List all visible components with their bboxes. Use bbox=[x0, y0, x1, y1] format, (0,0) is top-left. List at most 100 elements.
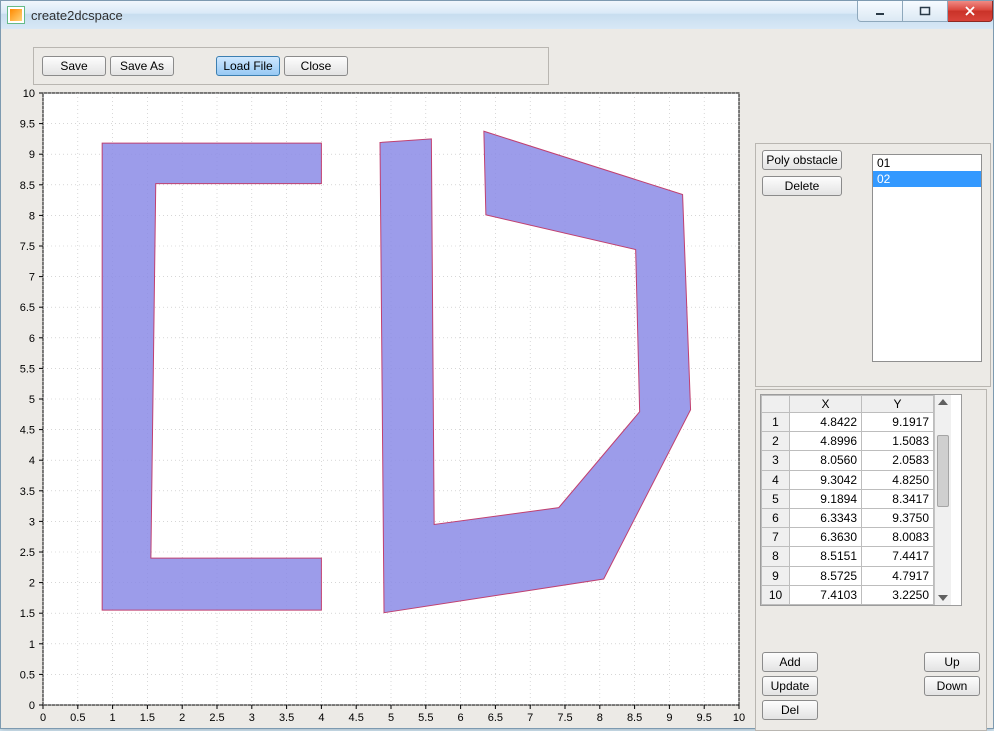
cell-x[interactable]: 7.4103 bbox=[790, 585, 862, 604]
x-tick-label: 1.5 bbox=[140, 712, 155, 724]
cell-y[interactable]: 4.7917 bbox=[862, 566, 934, 585]
table-row[interactable]: 59.18948.3417 bbox=[762, 489, 934, 508]
cell-x[interactable]: 4.8996 bbox=[790, 432, 862, 451]
y-tick-label: 9.5 bbox=[20, 119, 35, 131]
y-tick-label: 10 bbox=[23, 89, 35, 100]
x-tick-label: 7.5 bbox=[557, 712, 572, 724]
y-tick-label: 6 bbox=[29, 333, 35, 345]
app-icon bbox=[7, 6, 25, 24]
close-button[interactable]: Close bbox=[284, 56, 348, 76]
coordinates-table[interactable]: X Y 14.84229.191724.89961.508338.05602.0… bbox=[760, 394, 962, 606]
y-tick-label: 4.5 bbox=[20, 425, 35, 437]
save-as-button[interactable]: Save As bbox=[110, 56, 174, 76]
window-title: create2dcspace bbox=[31, 8, 123, 23]
row-header: 4 bbox=[762, 470, 790, 489]
table-row[interactable]: 66.33439.3750 bbox=[762, 508, 934, 527]
table-row[interactable]: 24.89961.5083 bbox=[762, 432, 934, 451]
table-row[interactable]: 38.05602.0583 bbox=[762, 451, 934, 470]
close-window-button[interactable] bbox=[948, 1, 993, 22]
table-row[interactable]: 98.57254.7917 bbox=[762, 566, 934, 585]
cell-x[interactable]: 6.3343 bbox=[790, 508, 862, 527]
x-tick-label: 6.5 bbox=[488, 712, 503, 724]
cell-x[interactable]: 9.3042 bbox=[790, 470, 862, 489]
cell-x[interactable]: 6.3630 bbox=[790, 528, 862, 547]
x-tick-label: 4.5 bbox=[349, 712, 364, 724]
row-header-blank bbox=[762, 396, 790, 413]
cell-y[interactable]: 8.0083 bbox=[862, 528, 934, 547]
table-row[interactable]: 76.36308.0083 bbox=[762, 528, 934, 547]
table-row[interactable]: 88.51517.4417 bbox=[762, 547, 934, 566]
table-row[interactable]: 49.30424.8250 bbox=[762, 470, 934, 489]
y-tick-label: 7 bbox=[29, 272, 35, 284]
y-tick-label: 8.5 bbox=[20, 180, 35, 192]
y-tick-label: 9 bbox=[29, 149, 35, 161]
row-header: 5 bbox=[762, 489, 790, 508]
cell-y[interactable]: 2.0583 bbox=[862, 451, 934, 470]
x-tick-label: 4 bbox=[318, 712, 324, 724]
load-file-button[interactable]: Load File bbox=[216, 56, 280, 76]
row-header: 3 bbox=[762, 451, 790, 470]
x-tick-label: 9 bbox=[666, 712, 672, 724]
obstacle-list-item[interactable]: 02 bbox=[873, 171, 981, 187]
x-tick-label: 0.5 bbox=[70, 712, 85, 724]
cell-y[interactable]: 1.5083 bbox=[862, 432, 934, 451]
move-up-button[interactable]: Up bbox=[924, 652, 980, 672]
update-row-button[interactable]: Update bbox=[762, 676, 818, 696]
y-tick-label: 2.5 bbox=[20, 547, 35, 559]
cell-y[interactable]: 9.1917 bbox=[862, 413, 934, 432]
x-tick-label: 7 bbox=[527, 712, 533, 724]
cell-x[interactable]: 8.0560 bbox=[790, 451, 862, 470]
x-tick-label: 8.5 bbox=[627, 712, 642, 724]
x-tick-label: 6 bbox=[458, 712, 464, 724]
table-row[interactable]: 107.41033.2250 bbox=[762, 585, 934, 604]
cell-x[interactable]: 4.8422 bbox=[790, 413, 862, 432]
cell-x[interactable]: 9.1894 bbox=[790, 489, 862, 508]
window-body: Save Save As Load File Close 0 0.5 1 1.5 2 2.… bbox=[1, 29, 993, 728]
row-header: 9 bbox=[762, 566, 790, 585]
delete-obstacle-button[interactable]: Delete bbox=[762, 176, 842, 196]
y-tick-label: 1.5 bbox=[20, 608, 35, 620]
column-header-x[interactable]: X bbox=[790, 396, 862, 413]
column-header-y[interactable]: Y bbox=[862, 396, 934, 413]
obstacle-list-item[interactable]: 01 bbox=[873, 155, 981, 171]
y-tick-label: 4 bbox=[29, 455, 35, 467]
y-tick-label: 2 bbox=[29, 578, 35, 590]
x-tick-label: 5 bbox=[388, 712, 394, 724]
y-tick-label: 6.5 bbox=[20, 302, 35, 314]
x-tick-label: 0 bbox=[40, 712, 46, 724]
row-header: 1 bbox=[762, 413, 790, 432]
x-tick-label: 2 bbox=[179, 712, 185, 724]
table-scrollbar[interactable] bbox=[934, 395, 951, 605]
x-tick-label: 2.5 bbox=[209, 712, 224, 724]
cell-y[interactable]: 9.3750 bbox=[862, 508, 934, 527]
row-header: 7 bbox=[762, 528, 790, 547]
y-tick-label: 3.5 bbox=[20, 486, 35, 498]
x-tick-label: 9.5 bbox=[697, 712, 712, 724]
titlebar: create2dcspace bbox=[1, 1, 993, 30]
move-down-button[interactable]: Down bbox=[924, 676, 980, 696]
cell-y[interactable]: 7.4417 bbox=[862, 547, 934, 566]
minimize-button[interactable] bbox=[857, 1, 903, 22]
cell-y[interactable]: 3.2250 bbox=[862, 585, 934, 604]
maximize-button[interactable] bbox=[903, 1, 948, 22]
cell-x[interactable]: 8.5725 bbox=[790, 566, 862, 585]
x-tick-label: 3 bbox=[249, 712, 255, 724]
add-row-button[interactable]: Add bbox=[762, 652, 818, 672]
cell-x[interactable]: 8.5151 bbox=[790, 547, 862, 566]
x-tick-label: 5.5 bbox=[418, 712, 433, 724]
row-header: 8 bbox=[762, 547, 790, 566]
y-tick-label: 3 bbox=[29, 516, 35, 528]
y-tick-label: 7.5 bbox=[20, 241, 35, 253]
table-row[interactable]: 14.84229.1917 bbox=[762, 413, 934, 432]
toolbar: Save Save As Load File Close bbox=[33, 47, 549, 85]
poly-obstacle-button[interactable]: Poly obstacle bbox=[762, 150, 842, 170]
app-window: create2dcspace Save Save As Load File Cl… bbox=[0, 0, 994, 729]
cell-y[interactable]: 4.8250 bbox=[862, 470, 934, 489]
obstacle-listbox[interactable]: 0102 bbox=[872, 154, 982, 362]
window-controls bbox=[857, 1, 993, 21]
cell-y[interactable]: 8.3417 bbox=[862, 489, 934, 508]
delete-row-button[interactable]: Del bbox=[762, 700, 818, 720]
plot-axes[interactable]: 00.511.522.533.544.555.566.577.588.599.5… bbox=[7, 89, 747, 725]
obstacle-panel: Poly obstacle Delete 0102 bbox=[755, 143, 991, 387]
save-button[interactable]: Save bbox=[42, 56, 106, 76]
